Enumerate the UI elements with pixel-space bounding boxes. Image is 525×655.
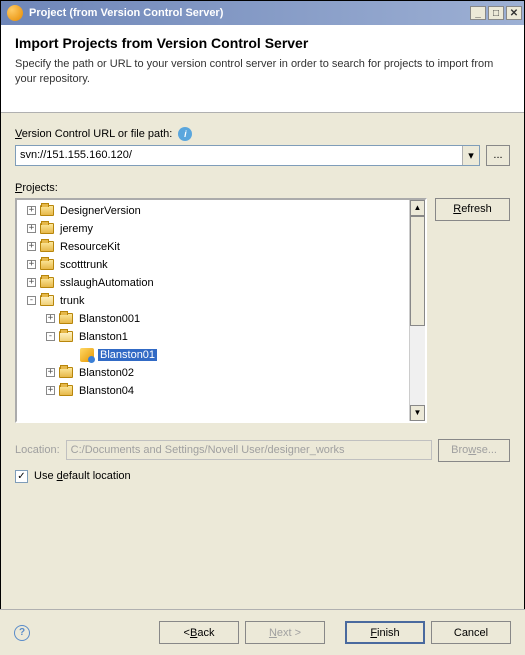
tree-item-label[interactable]: Blanston04 — [77, 385, 136, 397]
location-label: Location: — [15, 444, 60, 456]
default-location-label: Use default location — [34, 470, 131, 482]
default-location-checkbox[interactable]: ✓ Use default location — [15, 470, 510, 483]
tree-item[interactable]: Blanston01 — [17, 346, 409, 364]
browse-location-button: Browse... — [438, 439, 510, 462]
finish-button[interactable]: Finish — [345, 621, 425, 644]
expand-icon[interactable]: + — [27, 206, 36, 215]
next-button: Next > — [245, 621, 325, 644]
tree-item-label[interactable]: trunk — [58, 295, 86, 307]
tree-item[interactable]: + jeremy — [17, 220, 409, 238]
tree-item[interactable]: + Blanston04 — [17, 382, 409, 400]
projects-tree[interactable]: + DesignerVersion + jeremy + ResourceKit + scot… — [15, 198, 427, 423]
tree-item[interactable]: + ResourceKit — [17, 238, 409, 256]
back-button[interactable]: < Back — [159, 621, 239, 644]
cancel-button[interactable]: Cancel — [431, 621, 511, 644]
tree-item-label[interactable]: DesignerVersion — [58, 205, 143, 217]
projects-label: Projects: — [15, 182, 510, 194]
maximize-button[interactable]: □ — [488, 6, 504, 20]
folder-icon — [40, 241, 54, 252]
tree-item-label[interactable]: scotttrunk — [58, 259, 110, 271]
window-title: Project (from Version Control Server) — [29, 7, 468, 19]
minimize-button[interactable]: _ — [470, 6, 486, 20]
folder-icon — [40, 277, 54, 288]
info-icon[interactable]: i — [178, 127, 192, 141]
page-description: Specify the path or URL to your version … — [15, 57, 510, 88]
tree-item-label[interactable]: Blanston01 — [98, 349, 157, 361]
folder-icon — [59, 385, 73, 396]
tree-item[interactable]: + sslaughAutomation — [17, 274, 409, 292]
tree-item[interactable]: + Blanston001 — [17, 310, 409, 328]
scroll-down-icon[interactable]: ▼ — [410, 405, 425, 421]
expand-icon[interactable]: + — [46, 314, 55, 323]
browse-url-button[interactable]: ... — [486, 145, 510, 166]
wizard-banner: Import Projects from Version Control Ser… — [1, 25, 524, 113]
expand-icon[interactable]: + — [46, 368, 55, 377]
scroll-up-icon[interactable]: ▲ — [410, 200, 425, 216]
folder-icon — [40, 205, 54, 216]
tree-item-label[interactable]: Blanston02 — [77, 367, 136, 379]
tree-item-label[interactable]: Blanston001 — [77, 313, 142, 325]
location-input — [66, 440, 432, 460]
tree-item[interactable]: + scotttrunk — [17, 256, 409, 274]
folder-icon — [59, 313, 73, 324]
tree-item[interactable]: - trunk — [17, 292, 409, 310]
tree-item-label[interactable]: jeremy — [58, 223, 95, 235]
scroll-thumb[interactable] — [410, 216, 425, 326]
checkbox-icon[interactable]: ✓ — [15, 470, 28, 483]
url-combo[interactable]: ▾ — [15, 145, 480, 166]
tree-item-label[interactable]: sslaughAutomation — [58, 277, 156, 289]
title-bar: Project (from Version Control Server) _ … — [1, 1, 524, 25]
collapse-icon[interactable]: - — [27, 296, 36, 305]
close-button[interactable]: ✕ — [506, 6, 522, 20]
folder-icon — [40, 259, 54, 270]
folder-open-icon — [40, 295, 54, 306]
tree-item[interactable]: + DesignerVersion — [17, 202, 409, 220]
url-label: Version Control URL or file path: i — [15, 127, 510, 141]
page-title: Import Projects from Version Control Ser… — [15, 35, 510, 51]
tree-item[interactable]: + Blanston02 — [17, 364, 409, 382]
scrollbar[interactable]: ▲ ▼ — [409, 200, 425, 421]
folder-icon — [59, 367, 73, 378]
body: Version Control URL or file path: i ▾ ..… — [1, 113, 524, 493]
expand-icon[interactable]: + — [27, 260, 36, 269]
project-icon — [80, 348, 94, 362]
url-input[interactable] — [16, 146, 462, 165]
tree-item-label[interactable]: ResourceKit — [58, 241, 122, 253]
expand-icon[interactable]: + — [27, 242, 36, 251]
collapse-icon[interactable]: - — [46, 332, 55, 341]
chevron-down-icon[interactable]: ▾ — [462, 146, 479, 165]
wizard-footer: ? < Back Next > Finish Cancel — [0, 609, 525, 655]
tree-item[interactable]: - Blanston1 — [17, 328, 409, 346]
expand-icon[interactable]: + — [27, 278, 36, 287]
expand-icon[interactable]: + — [27, 224, 36, 233]
refresh-button[interactable]: Refresh — [435, 198, 510, 221]
expand-icon[interactable]: + — [46, 386, 55, 395]
folder-icon — [40, 223, 54, 234]
folder-open-icon — [59, 331, 73, 342]
tree-item-label[interactable]: Blanston1 — [77, 331, 130, 343]
app-icon — [7, 5, 23, 21]
help-icon[interactable]: ? — [14, 625, 30, 641]
location-row: Location: Browse... — [15, 439, 510, 462]
